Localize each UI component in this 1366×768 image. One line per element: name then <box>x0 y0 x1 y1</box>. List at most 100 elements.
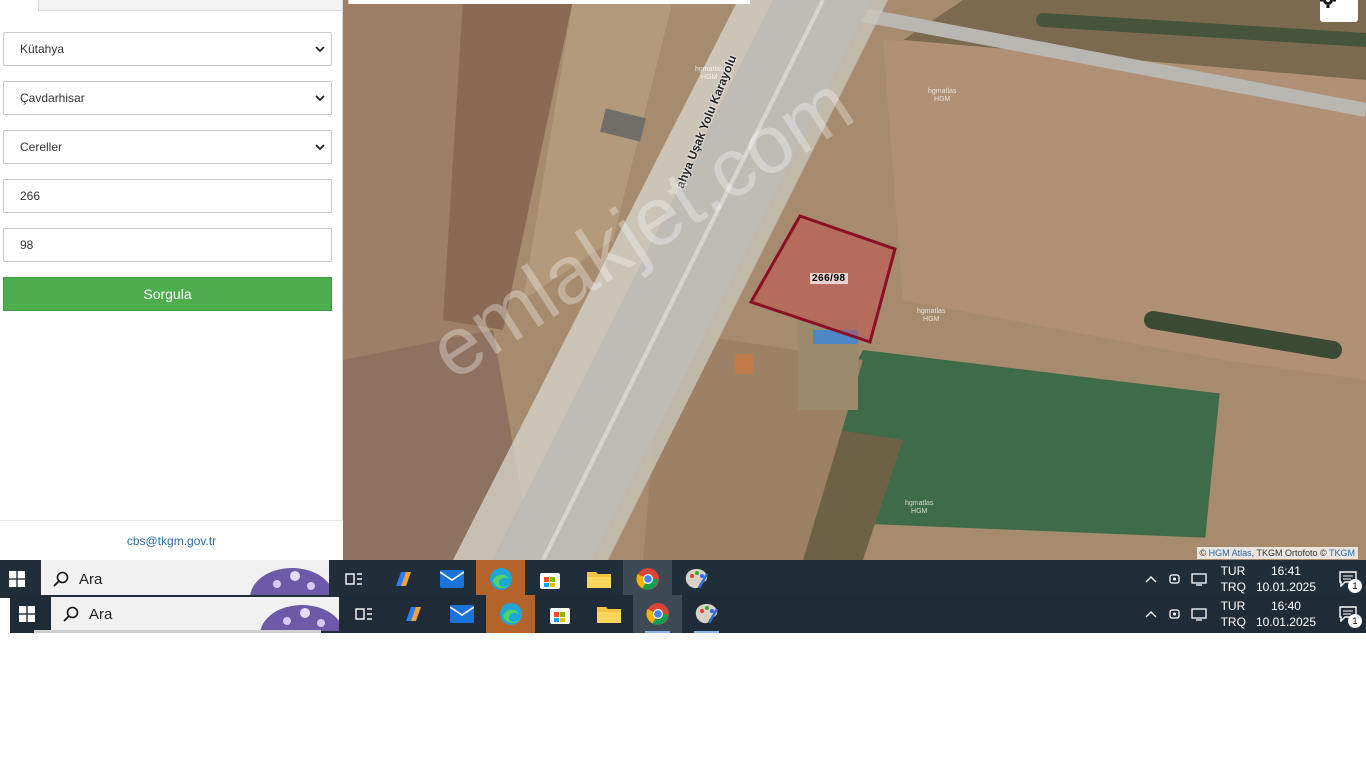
attribution-prefix: © <box>1199 548 1209 558</box>
search-icon <box>63 606 79 622</box>
map-attribution: © HGM Atlas, TKGM Ortofoto © TKGM <box>1196 547 1358 559</box>
edge-icon <box>489 568 512 590</box>
file-explorer-icon <box>596 607 621 623</box>
contact-email-link[interactable]: cbs@tkgm.gov.tr <box>127 534 216 548</box>
store-icon <box>549 608 570 624</box>
paint-icon <box>685 569 708 589</box>
chevron-down-icon <box>315 95 325 102</box>
meet-now-button[interactable] <box>1163 572 1187 586</box>
task-view-icon <box>344 573 362 585</box>
system-tray: TUR TRQ 16:41 10.01.2025 1 <box>1139 560 1366 598</box>
search-label: Ara <box>79 570 103 588</box>
chrome-icon <box>645 603 669 625</box>
clock-date: 10.01.2025 <box>1255 615 1316 629</box>
taskbar-search[interactable]: Ara <box>41 560 329 598</box>
store-icon <box>539 573 560 589</box>
block-number-value: 266 <box>20 189 41 203</box>
notification-badge: 1 <box>1348 614 1362 628</box>
clock[interactable]: 16:40 10.01.2025 <box>1256 598 1316 630</box>
province-select[interactable]: Kütahya <box>3 32 332 66</box>
network-icon <box>1190 608 1207 621</box>
camera-icon <box>1168 574 1180 584</box>
file-explorer-icon <box>586 572 611 588</box>
chrome-icon <box>635 568 659 590</box>
notification-center-button[interactable]: 1 <box>1330 606 1366 628</box>
keyboard-layout: TRQ <box>1220 615 1246 629</box>
parcel-label[interactable]: 266/98 <box>810 273 848 284</box>
notification-badge: 1 <box>1348 579 1362 593</box>
attribution-middle: , TKGM Ortofoto © <box>1251 548 1329 558</box>
chrome-button[interactable] <box>623 560 672 598</box>
chevron-down-icon <box>315 144 325 151</box>
clock-time: 16:41 <box>1270 564 1301 578</box>
satellite-map[interactable]: hgmatlas HGM hgmatlas HGM hgmatlas HGM hgma… <box>343 0 1366 560</box>
hgm-atlas-link[interactable]: HGM Atlas <box>1209 548 1252 558</box>
task-view-button[interactable] <box>329 560 378 598</box>
start-button[interactable] <box>0 560 34 598</box>
edge-icon <box>499 603 522 625</box>
search-underline <box>34 630 321 633</box>
copilot-icon <box>395 572 411 586</box>
search-label: Ara <box>89 605 113 623</box>
block-number-input[interactable]: 266 <box>3 179 332 213</box>
language-indicator[interactable]: TUR TRQ <box>1221 598 1246 630</box>
show-hidden-icons-button[interactable] <box>1139 575 1163 583</box>
district-select[interactable]: Çavdarhisar <box>3 81 332 115</box>
clock[interactable]: 16:41 10.01.2025 <box>1256 563 1316 595</box>
mail-button[interactable] <box>437 595 486 633</box>
search-highlight-image <box>250 568 329 598</box>
map-settings-button[interactable] <box>1320 0 1358 22</box>
panel-footer: cbs@tkgm.gov.tr <box>0 520 343 560</box>
district-value: Çavdarhisar <box>20 91 85 105</box>
gear-icon <box>1320 0 1336 8</box>
paint-icon <box>695 604 718 624</box>
neighborhood-select[interactable]: Cereller <box>3 130 332 164</box>
task-view-icon <box>354 608 372 620</box>
store-button[interactable] <box>535 595 584 633</box>
show-hidden-icons-button[interactable] <box>1139 610 1163 618</box>
network-button[interactable] <box>1187 607 1211 621</box>
system-tray: TUR TRQ 16:40 10.01.2025 1 <box>1139 595 1366 633</box>
tkgm-link[interactable]: TKGM <box>1329 548 1355 558</box>
chevron-down-icon <box>315 46 325 53</box>
language-code: TUR <box>1220 564 1246 578</box>
keyboard-layout: TRQ <box>1220 580 1246 594</box>
language-code: TUR <box>1220 599 1246 613</box>
file-explorer-button[interactable] <box>584 595 633 633</box>
clock-date: 10.01.2025 <box>1255 580 1316 594</box>
chrome-button[interactable] <box>633 595 682 633</box>
meet-now-button[interactable] <box>1163 607 1187 621</box>
mail-icon <box>449 605 474 623</box>
copilot-icon <box>405 607 421 621</box>
task-view-button[interactable] <box>339 595 388 633</box>
network-icon <box>1190 573 1207 586</box>
chevron-up-icon <box>1145 576 1157 583</box>
start-button[interactable] <box>10 595 44 633</box>
edge-button[interactable] <box>476 560 525 598</box>
hgm-mark: hgmatlas HGM <box>928 88 957 103</box>
hgm-mark: hgmatlas HGM <box>917 308 946 323</box>
neighborhood-value: Cereller <box>20 140 63 154</box>
map-top-strip <box>348 0 750 4</box>
query-button[interactable]: Sorgula <box>3 277 332 311</box>
paint-button[interactable] <box>672 560 721 598</box>
camera-icon <box>1168 609 1180 619</box>
mail-button[interactable] <box>427 560 476 598</box>
copilot-button[interactable] <box>388 595 437 633</box>
paint-button[interactable] <box>682 595 731 633</box>
language-indicator[interactable]: TUR TRQ <box>1221 563 1246 595</box>
mail-icon <box>439 570 464 588</box>
notification-center-button[interactable]: 1 <box>1330 571 1366 593</box>
hgm-mark: hgmatlas HGM <box>905 500 934 515</box>
parcel-number-value: 98 <box>20 238 34 252</box>
network-button[interactable] <box>1187 572 1211 586</box>
taskbar-search[interactable]: Ara <box>51 597 339 631</box>
file-explorer-button[interactable] <box>574 560 623 598</box>
parcel-number-input[interactable]: 98 <box>3 228 332 262</box>
edge-button[interactable] <box>486 595 535 633</box>
taskbar-duplicate: Ara TUR TRQ 16:40 10.01.2025 1 <box>10 595 1366 633</box>
windows-icon <box>19 606 35 622</box>
panel-tab[interactable] <box>38 0 343 11</box>
copilot-button[interactable] <box>378 560 427 598</box>
store-button[interactable] <box>525 560 574 598</box>
